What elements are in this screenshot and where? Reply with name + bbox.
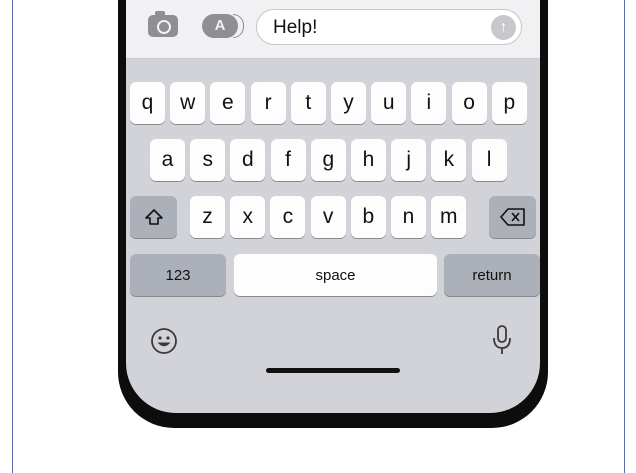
- shift-icon: [144, 209, 163, 225]
- key-l[interactable]: l: [471, 139, 507, 181]
- key-b[interactable]: b: [350, 196, 386, 238]
- backspace-icon: [499, 208, 525, 226]
- camera-icon[interactable]: [148, 11, 178, 37]
- key-m[interactable]: m: [431, 196, 467, 238]
- message-input-bar: A Help! ↑: [126, 0, 540, 59]
- key-n[interactable]: n: [391, 196, 426, 238]
- key-g[interactable]: g: [310, 139, 346, 181]
- key-p[interactable]: p: [491, 82, 527, 124]
- camera-bump: [155, 11, 165, 16]
- phone-bezel: A Help! ↑ q w e r t y u i o p a s d f g h j k l z x c v b n m 123 s…: [118, 0, 548, 428]
- key-s[interactable]: s: [190, 139, 226, 181]
- key-a[interactable]: a: [150, 139, 185, 181]
- key-d[interactable]: d: [230, 139, 266, 181]
- emoji-icon[interactable]: [148, 325, 180, 357]
- key-f[interactable]: f: [270, 139, 306, 181]
- key-w[interactable]: w: [170, 82, 206, 124]
- key-v[interactable]: v: [310, 196, 346, 238]
- key-c[interactable]: c: [270, 196, 306, 238]
- key-o[interactable]: o: [451, 82, 487, 124]
- phone-screen: A Help! ↑ q w e r t y u i o p a s d f g h j k l z x c v b n m 123 s…: [126, 0, 540, 413]
- key-u[interactable]: u: [371, 82, 407, 124]
- space-key[interactable]: space: [234, 254, 437, 296]
- key-i[interactable]: i: [411, 82, 447, 124]
- key-k[interactable]: k: [431, 139, 467, 181]
- key-y[interactable]: y: [331, 82, 366, 124]
- microphone-icon[interactable]: [488, 323, 516, 357]
- figure-frame: A Help! ↑ q w e r t y u i o p a s d f g h j k l z x c v b n m 123 s…: [12, 0, 625, 473]
- return-key[interactable]: return: [444, 254, 540, 296]
- app-store-icon[interactable]: A: [202, 14, 244, 38]
- home-indicator[interactable]: [266, 368, 400, 373]
- camera-lens: [157, 20, 171, 34]
- send-arrow-icon[interactable]: ↑: [491, 15, 516, 40]
- key-q[interactable]: q: [130, 82, 165, 124]
- key-e[interactable]: e: [210, 82, 246, 124]
- numbers-key[interactable]: 123: [130, 254, 226, 296]
- shift-key[interactable]: [130, 196, 177, 238]
- message-text: Help!: [273, 17, 318, 38]
- message-text-field[interactable]: Help! ↑: [256, 9, 522, 45]
- key-r[interactable]: r: [250, 82, 286, 124]
- delete-key[interactable]: [489, 196, 536, 238]
- key-h[interactable]: h: [351, 139, 386, 181]
- key-j[interactable]: j: [391, 139, 427, 181]
- key-t[interactable]: t: [290, 82, 326, 124]
- key-x[interactable]: x: [230, 196, 266, 238]
- key-z[interactable]: z: [190, 196, 225, 238]
